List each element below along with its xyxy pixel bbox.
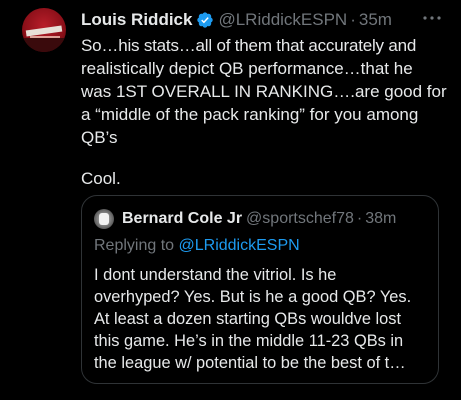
quoted-body-line: I dont understand the vitriol. Is he	[94, 266, 337, 284]
quoted-header-separator: ·	[356, 210, 363, 227]
header-separator: ·	[350, 10, 356, 29]
avatar-shadow	[22, 38, 66, 52]
avatar-stripe	[25, 25, 63, 37]
more-dots-icon[interactable]	[420, 10, 444, 26]
quoted-body-line: the league w/ potential to be the best o…	[94, 354, 406, 372]
quoted-tweet-header: Bernard Cole Jr @sportschef78 · 38m	[122, 208, 396, 230]
quoted-author-handle: @sportschef78	[246, 210, 354, 227]
tweet-body-line: So…his stats…all of them that accurately…	[81, 36, 417, 55]
quoted-author-name: Bernard Cole Jr	[122, 210, 243, 227]
quoted-tweet-card[interactable]: Bernard Cole Jr @sportschef78 · 38m Repl…	[81, 195, 439, 384]
quoted-body-line: this game. He’s in the middle 11-23 QBs …	[94, 332, 404, 350]
replying-to-mention[interactable]: @LRiddickESPN	[179, 237, 300, 254]
tweet-closing: Cool.	[81, 169, 121, 188]
tweet-header: Louis Riddick @LRiddickESPN · 35m	[81, 9, 392, 31]
quoted-tweet-body: I dont understand the vitriol. Is he ove…	[94, 264, 432, 374]
tweet-body-line: realistically depict QB performance…that…	[81, 59, 413, 78]
verified-badge-icon[interactable]	[196, 11, 214, 29]
author-avatar[interactable]	[22, 8, 66, 52]
author-name[interactable]: Louis Riddick	[81, 10, 192, 30]
tweet-body-line: a “middle of the pack ranking” for you a…	[81, 105, 419, 124]
tweet-body-line: QB’s	[81, 128, 118, 147]
quoted-body-line: overhyped? Yes. But is he a good QB? Yes…	[94, 288, 412, 306]
author-handle[interactable]: @LRiddickESPN	[218, 10, 347, 30]
tweet-body: So…his stats…all of them that accurately…	[81, 34, 451, 149]
replying-to-label: Replying to	[94, 237, 175, 254]
replying-to-line: Replying to @LRiddickESPN	[94, 237, 300, 255]
tweet-body-line: was 1ST OVERALL IN RANKING….are good for	[81, 82, 447, 101]
quoted-body-line: At least a dozen starting QBs wouldve lo…	[94, 310, 402, 328]
quoted-tweet-timestamp: 38m	[365, 210, 397, 227]
quoted-author-avatar[interactable]	[94, 209, 114, 229]
tweet-timestamp[interactable]: 35m	[359, 10, 392, 30]
